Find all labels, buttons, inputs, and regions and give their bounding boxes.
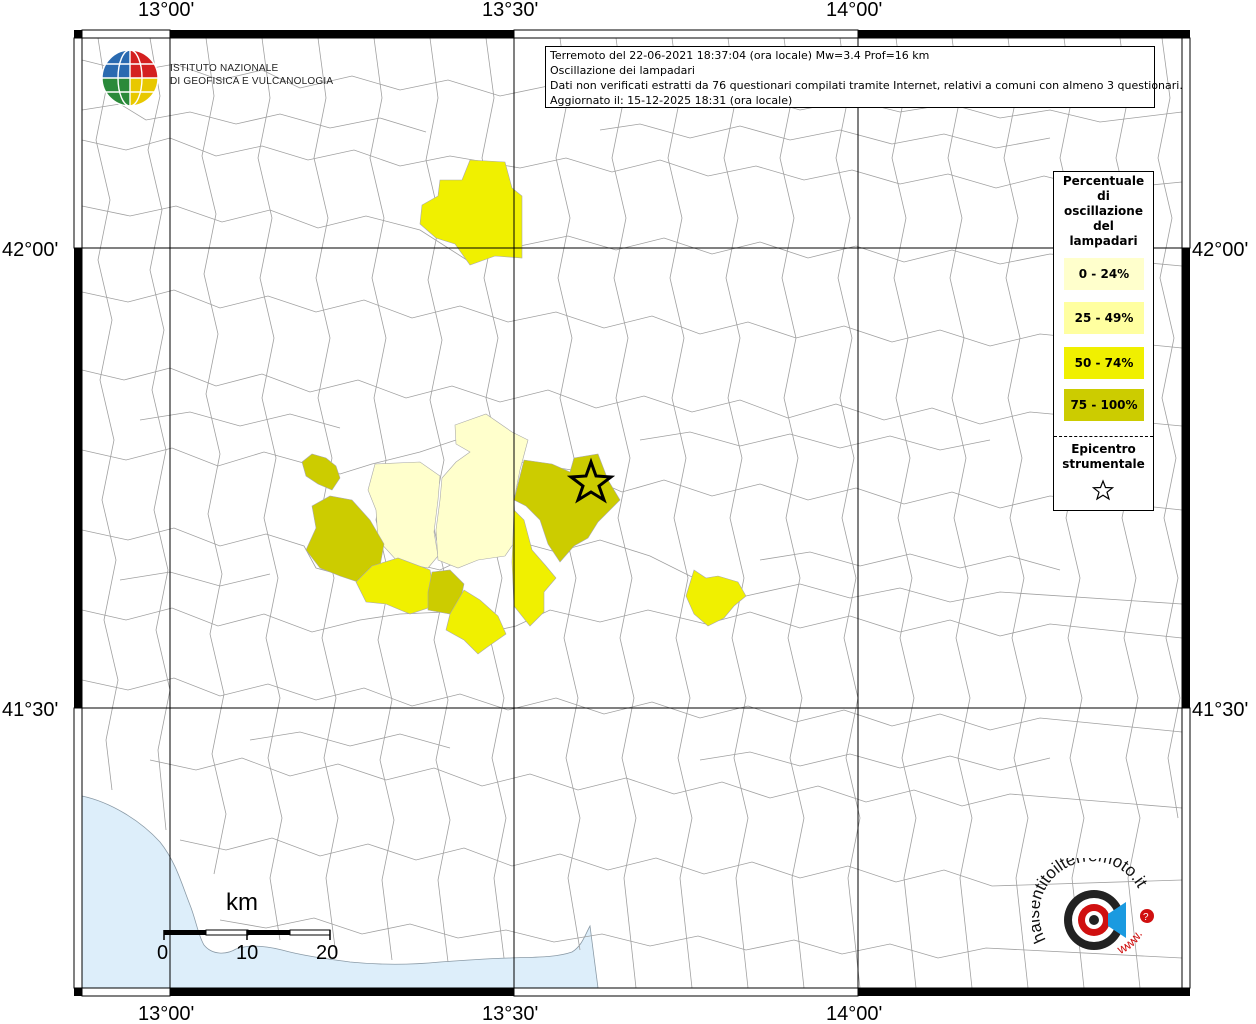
legend-swatch-0-24: 0 - 24% — [1064, 258, 1144, 290]
lat-label-right-1: 42°00' — [1192, 239, 1248, 261]
map-land — [82, 38, 1182, 988]
lon-label-bottom-1: 13°00' — [138, 1003, 194, 1024]
legend-title-line: Percentuale — [1062, 174, 1145, 188]
lon-label-top-1: 13°00' — [138, 0, 194, 21]
ingv-name: ISTITUTO NAZIONALE DI GEOFISICA E VULCAN… — [170, 62, 333, 88]
hst-target-icon: haisentitoilterremoto.it www. ? — [1024, 846, 1154, 957]
legend-separator — [1054, 436, 1153, 437]
scale-unit-label: km — [226, 889, 258, 916]
legend-star-icon — [1092, 479, 1114, 501]
lat-label-left-1: 42°00' — [2, 239, 58, 261]
scale-tick-0: 0 — [157, 942, 169, 964]
legend-title-line: lampadari — [1069, 234, 1138, 248]
legend-title: Percentuale di oscillazione del lampadar… — [1054, 174, 1153, 249]
lat-label-left-2: 41°30' — [2, 699, 58, 721]
event-info-line4: Aggiornato il: 15-12-2025 18:31 (ora loc… — [550, 94, 793, 107]
legend-epicenter-line: strumentale — [1062, 457, 1145, 471]
lon-label-bottom-3: 14°00' — [826, 1003, 882, 1024]
svg-text:?: ? — [1143, 912, 1149, 923]
lon-label-top-2: 13°30' — [482, 0, 538, 21]
lat-label-right-2: 41°30' — [1192, 699, 1248, 721]
legend-title-line: del — [1093, 219, 1114, 233]
ingv-name-line1: ISTITUTO NAZIONALE — [170, 63, 279, 74]
event-info-line1: Terremoto del 22-06-2021 18:37:04 (ora l… — [550, 49, 930, 62]
legend-epicenter-line: Epicentro — [1071, 442, 1136, 456]
event-info-box: Terremoto del 22-06-2021 18:37:04 (ora l… — [545, 46, 1183, 108]
lon-label-top-3: 14°00' — [826, 0, 882, 21]
legend-title-line: oscillazione — [1064, 204, 1143, 218]
event-info-line2: Oscillazione dei lampadari — [550, 64, 695, 77]
ingv-globe-icon — [101, 49, 159, 107]
event-info-line3: Dati non verificati estratti da 76 quest… — [550, 79, 1183, 92]
legend-swatch-25-49: 25 - 49% — [1064, 302, 1144, 334]
legend-swatch-75-100: 75 - 100% — [1064, 389, 1144, 421]
legend-swatch-50-74: 50 - 74% — [1064, 347, 1144, 379]
ingv-name-line2: DI GEOFISICA E VULCANOLOGIA — [170, 76, 334, 87]
hst-logo: haisentitoilterremoto.it www. ? — [1024, 846, 1168, 978]
legend-title-line: di — [1097, 189, 1110, 203]
legend: Percentuale di oscillazione del lampadar… — [1053, 171, 1154, 511]
legend-epicenter-label: Epicentro strumentale — [1054, 442, 1153, 472]
scale-tick-20: 20 — [316, 942, 339, 964]
scale-tick-10: 10 — [236, 942, 259, 964]
lon-label-bottom-2: 13°30' — [482, 1003, 538, 1024]
